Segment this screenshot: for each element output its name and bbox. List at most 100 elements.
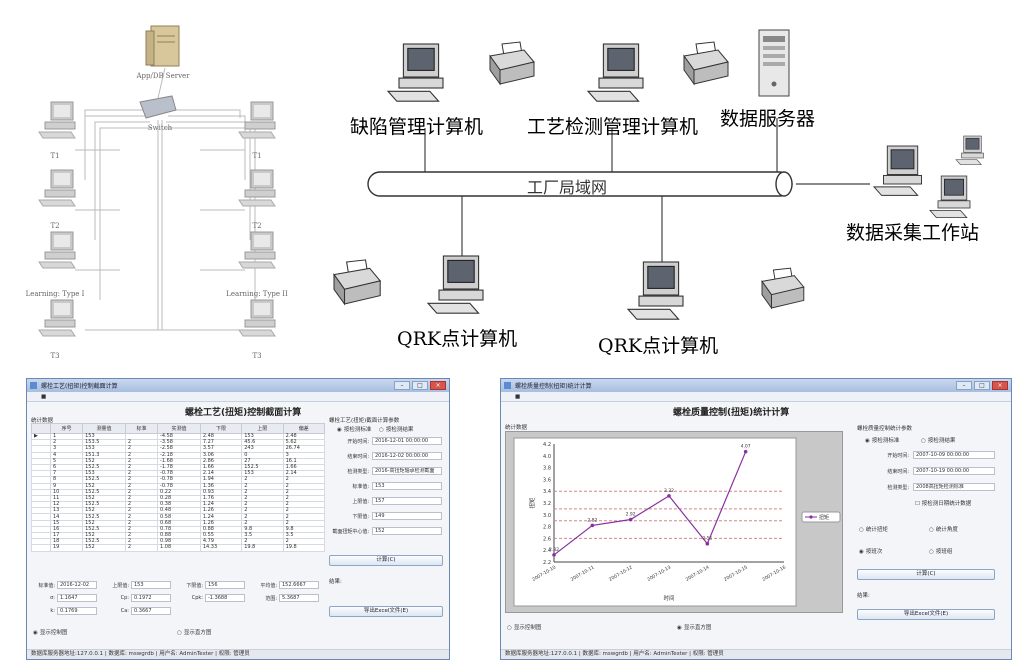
qrk-pc-label: QRK点计算机: [397, 328, 518, 350]
acquisition-workstation-label: 数据采集工作站: [846, 222, 980, 244]
radio-by-result[interactable]: 按检测结果: [379, 425, 414, 433]
param-group-label: 螺栓质量控制统计参数: [857, 426, 913, 432]
y-tick-label: 3.0: [543, 513, 551, 519]
table-cell: 2: [124, 544, 159, 552]
param-input[interactable]: 2007-10-19 00:00:00: [913, 467, 995, 475]
minimize-button[interactable]: –: [956, 381, 972, 390]
app-icon: [30, 382, 37, 389]
param-input[interactable]: 153: [372, 482, 442, 490]
legend-label: 扭矩: [819, 514, 829, 521]
column-header[interactable]: 上限: [241, 423, 284, 434]
param-input[interactable]: 149: [372, 512, 442, 520]
column-header[interactable]: 偏差: [282, 423, 326, 434]
window-title-text: 螺栓工艺(扭矩)控制截面计算: [41, 383, 118, 390]
stat-label: 标准值:: [38, 583, 55, 589]
data-label: 2.92: [626, 512, 636, 518]
export-excel-button[interactable]: 导出Excel文件(E): [329, 606, 443, 617]
maximize-button[interactable]: □: [412, 381, 428, 390]
y-tick-label: 3.2: [543, 501, 551, 507]
terminal-label: Learning: Type I: [25, 290, 85, 298]
radio-stat-torque[interactable]: 统计扭矩: [859, 525, 888, 533]
field-label: 截面扭矩中心值:: [332, 529, 369, 535]
radio-by-result[interactable]: 按检测结果: [921, 436, 956, 444]
field-label: 开始时间:: [347, 439, 369, 445]
param-input[interactable]: 2007-10-09 00:00:00: [913, 451, 995, 459]
column-header[interactable]: 实测值: [157, 423, 201, 434]
radio-by-shift[interactable]: 按班次: [859, 547, 883, 555]
row-indicator-header: [31, 423, 51, 434]
data-point: [705, 541, 710, 546]
legend: 扭矩: [801, 511, 841, 523]
field-label: 下限值:: [352, 514, 369, 520]
switch-label: Switch: [147, 124, 173, 132]
table-body: ▶ 1 153 -4.58 2.48 153 2.48 2 153.5 2 -3.58 7.27 45.…: [31, 432, 326, 552]
radio-show-histogram[interactable]: 显示直方图: [677, 623, 712, 631]
factory-lan-diagram: 缺陷管理计算机 工艺检测管理计算机 数据服务器 工厂局域网 数据采集工作站 QR…: [322, 0, 1024, 372]
column-header[interactable]: 标准: [124, 423, 159, 434]
close-button[interactable]: ×: [992, 381, 1008, 390]
data-point: [552, 553, 556, 557]
param-input[interactable]: 2008高扭矩检测标准: [913, 483, 995, 491]
field-label: 标准值:: [352, 484, 369, 490]
data-label: 2.51: [702, 536, 712, 542]
computer-icon: [238, 101, 276, 139]
field-label: 结束时间:: [887, 469, 909, 475]
calculate-button[interactable]: 计算(C): [857, 569, 995, 580]
server-label: App/DB Server: [136, 72, 190, 80]
status-bar: 数据库服务器地址:127.0.0.1 | 数据库: mswgrdb | 用户名:…: [501, 649, 1011, 659]
line-chart: 2.22.42.62.83.03.23.43.63.84.04.22007-10…: [513, 437, 841, 607]
data-server-icon: [758, 29, 790, 97]
stat-by-date-checkbox[interactable]: ☐ 按检测日期统计数据: [915, 499, 971, 507]
app-window: 螺栓质量控制(扭矩)统计计算 – □ × ■ 螺栓质量控制(扭矩)统计计算 统计…: [500, 378, 1012, 660]
computer-icon: [929, 175, 971, 219]
param-input[interactable]: 152: [372, 527, 442, 535]
param-input[interactable]: 157: [372, 497, 442, 505]
column-header[interactable]: 测量值: [82, 423, 126, 434]
stat-label: k:: [50, 608, 55, 614]
topology-lines: [38, 25, 276, 337]
menu-bar: ■: [501, 392, 1011, 402]
status-bar: 数据库服务器地址:127.0.0.1 | 数据库: mswgrdb | 用户名:…: [27, 649, 449, 659]
defect-management-pc-label: 缺陷管理计算机: [350, 116, 484, 138]
computer-icon: [955, 135, 984, 165]
param-input[interactable]: 2016-12-02 00:00:00: [372, 452, 442, 460]
menu-icon[interactable]: ■: [41, 394, 46, 400]
computer-icon: [38, 101, 76, 139]
maximize-button[interactable]: □: [974, 381, 990, 390]
radio-show-control-chart[interactable]: 显示控制图: [33, 628, 68, 636]
column-header[interactable]: 下限: [199, 423, 243, 434]
column-header[interactable]: 序号: [49, 423, 84, 434]
stat-value[interactable]: 0.3667: [131, 607, 171, 615]
radio-show-control-chart[interactable]: 显示控制图: [507, 623, 542, 631]
table-row[interactable]: 19 152 2 1.08 14.33 19.8 19.8: [31, 544, 326, 552]
close-button[interactable]: ×: [430, 381, 446, 390]
radio-by-team[interactable]: 按班组: [929, 547, 953, 555]
data-label: 2.32: [549, 547, 559, 553]
window-title-text: 螺栓质量控制(扭矩)统计计算: [515, 383, 592, 390]
table-cell: 14.33: [199, 544, 243, 552]
terminal-label: T2: [50, 222, 60, 230]
radio-stat-angle[interactable]: 统计角度: [929, 525, 958, 533]
row-indicator: [31, 544, 51, 552]
param-input[interactable]: 2016-12-01 00:00:00: [372, 437, 442, 445]
radio-by-standard[interactable]: 按检测标准: [337, 425, 372, 433]
stat-value[interactable]: 152.6667: [279, 581, 319, 589]
calculate-button[interactable]: 计算(C): [329, 555, 443, 566]
data-server-label: 数据服务器: [720, 108, 816, 130]
window-titlebar: 螺栓质量控制(扭矩)统计计算 – □ ×: [501, 379, 1011, 392]
minimize-button[interactable]: –: [394, 381, 410, 390]
param-input[interactable]: 2016-高扭矩轴承检测截面: [372, 467, 442, 475]
stat-label: 范围:: [265, 596, 277, 602]
computer-icon: [386, 43, 444, 102]
stat-label: Cp:: [120, 595, 129, 601]
terminal-label: T1: [50, 152, 60, 160]
torque-calc-window: 螺栓工艺(扭矩)控制截面计算 – □ × ■ 螺栓工艺(扭矩)控制截面计算 统计…: [26, 378, 450, 660]
radio-show-histogram[interactable]: 显示直方图: [177, 628, 212, 636]
menu-icon[interactable]: ■: [515, 394, 520, 400]
field-label: 上限值:: [352, 499, 369, 505]
radio-by-standard[interactable]: 按检测标准: [865, 436, 900, 444]
export-excel-button[interactable]: 导出Excel文件(E): [857, 609, 995, 620]
data-table[interactable]: 序号 测量值 标准 实测值 下限 上限 偏差 ▶ 1 153 -4.58 2.48 153 2.48 2 1…: [31, 423, 326, 552]
process-inspection-pc-label: 工艺检测管理计算机: [527, 116, 699, 138]
stat-value[interactable]: 5.3687: [279, 594, 319, 602]
